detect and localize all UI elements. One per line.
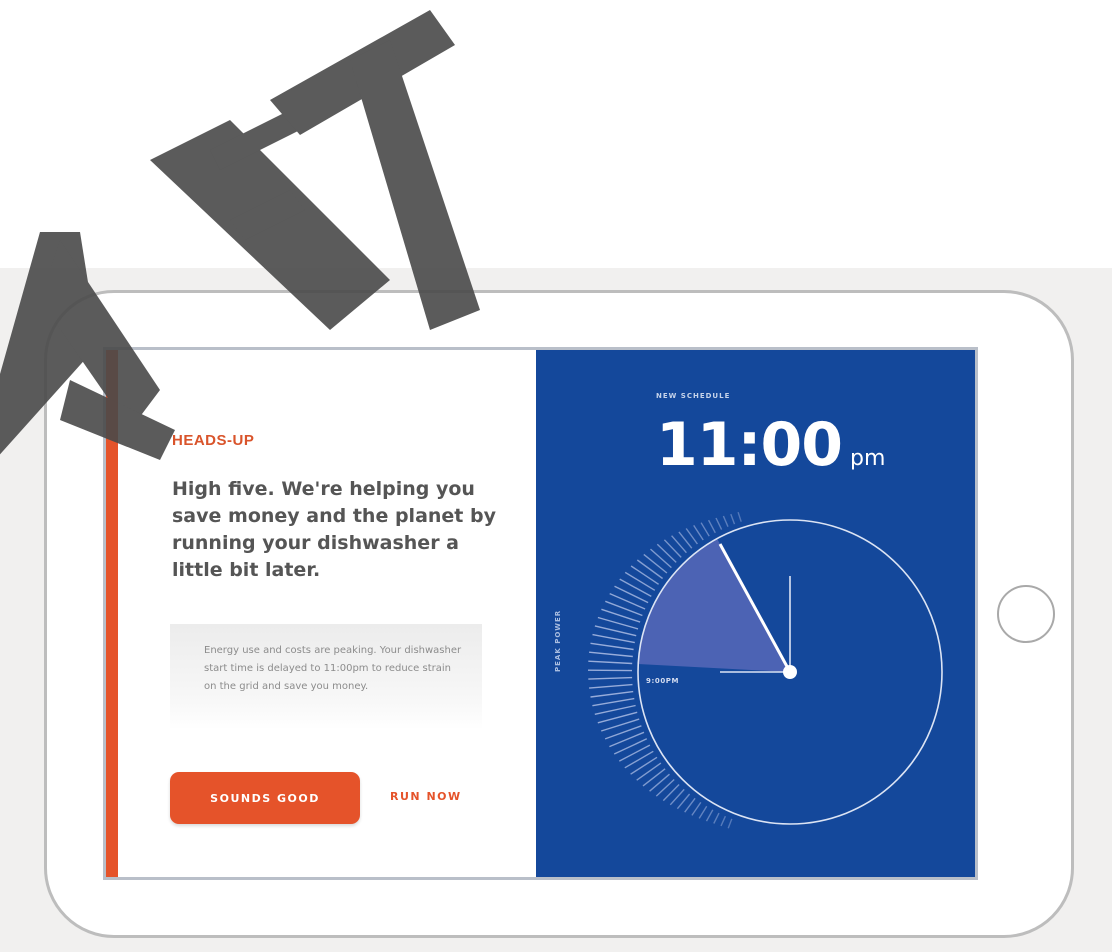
peak-power-bar (650, 548, 672, 569)
peak-power-bar (663, 539, 682, 558)
peak-power-bar (605, 600, 643, 617)
peak-power-bar (592, 697, 635, 707)
headline: High five. We're helping you save money … (172, 478, 496, 581)
peak-power-bar (624, 571, 656, 591)
peak-power-bar (594, 704, 636, 715)
accent-bar (106, 350, 118, 877)
peak-power-bar (630, 565, 659, 585)
peak-power-label: PEAK POWER (554, 609, 562, 672)
peak-power-bar (643, 553, 668, 574)
peak-power-bar (619, 578, 652, 598)
peak-power-bar (656, 543, 677, 563)
sounds-good-button[interactable]: SOUNDS GOOD (170, 772, 360, 824)
peak-power-bar (730, 513, 736, 525)
peak-power-bar (676, 793, 691, 810)
peak-power-bar (588, 676, 633, 680)
peak-power-bar (722, 515, 729, 527)
peak-power-bar (624, 750, 654, 769)
peak-power-bar (609, 592, 646, 610)
peak-power-bar (588, 660, 633, 665)
peak-power-bar (649, 773, 670, 792)
peak-power-bar (700, 522, 710, 537)
peak-power-bar (594, 625, 637, 637)
peak-power-bar (685, 528, 698, 545)
peak-power-bar (636, 559, 664, 580)
peak-power-bar (693, 525, 704, 541)
peak-power-bar (636, 762, 662, 781)
peak-power-bar (590, 642, 634, 651)
schedule-panel: NEW SCHEDULE 11:00 pm PEAK POWER 9:00PM (536, 350, 975, 877)
peak-power-bar (614, 585, 649, 604)
info-text: Energy use and costs are peaking. Your d… (204, 645, 462, 692)
peak-power-bar (705, 809, 714, 822)
eyebrow-label: HEADS-UP (172, 432, 255, 449)
time-marker-label: 9:00PM (646, 677, 680, 685)
peak-power-bar (642, 768, 666, 787)
run-now-button[interactable]: RUN NOW (390, 790, 462, 803)
peak-power-bar (698, 805, 708, 819)
home-button-icon[interactable] (997, 585, 1055, 643)
peak-power-bar (713, 812, 720, 824)
peak-power-bar (589, 651, 633, 658)
peak-power-bar (613, 738, 648, 755)
peak-power-bar (655, 778, 675, 797)
peak-power-bar (684, 797, 696, 813)
peak-power-bar (630, 756, 658, 775)
peak-power-bar (720, 815, 727, 827)
peak-power-bar (715, 517, 723, 530)
notification-panel: HEADS-UP High five. We're helping you sa… (118, 350, 536, 877)
peak-power-bar (590, 690, 634, 698)
peak-power-bar (592, 633, 635, 644)
clock-hub (783, 665, 797, 679)
peak-power-bar (609, 731, 645, 748)
tablet-screen: HEADS-UP High five. We're helping you sa… (103, 347, 978, 880)
peak-power-bar (691, 802, 702, 816)
peak-power-bar (707, 519, 716, 534)
info-box: Energy use and costs are peaking. Your d… (170, 624, 482, 730)
peak-power-bar (727, 818, 733, 829)
peak-power-bar (589, 683, 633, 689)
peak-power-bar (737, 511, 742, 522)
peak-power-bar (618, 744, 651, 762)
clock-dial-icon (587, 511, 943, 829)
